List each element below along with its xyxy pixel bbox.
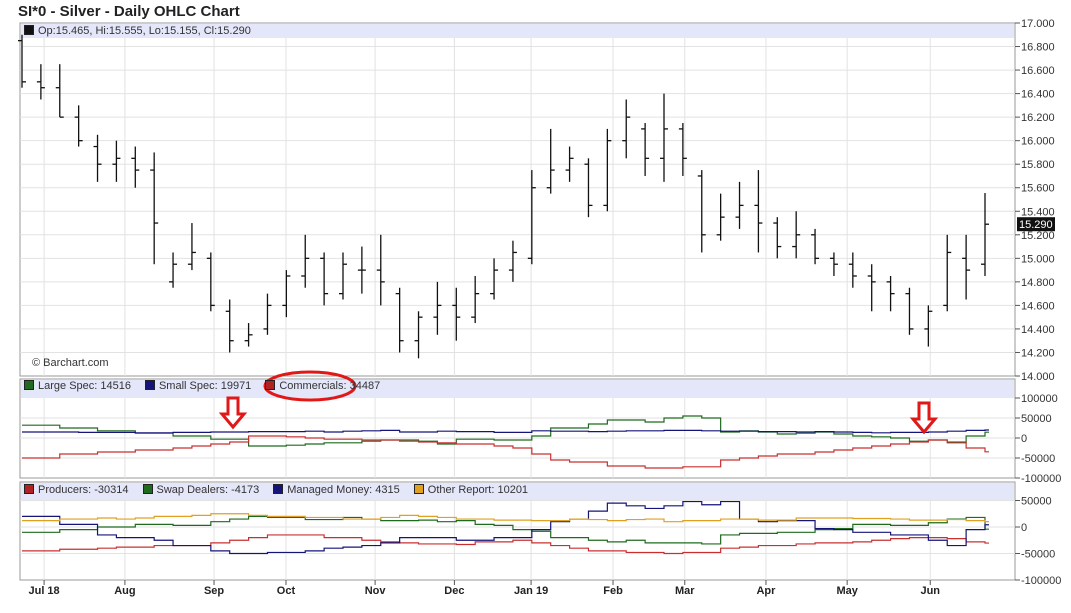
y-tick-label: -50000 — [1021, 453, 1055, 465]
legend-label: Swap Dealers: -4173 — [156, 484, 260, 496]
legend-item: Commercials: 34487 — [265, 380, 380, 392]
x-tick-label: Jan 19 — [514, 585, 548, 597]
x-tick-label: Aug — [114, 585, 135, 597]
legend-item: Small Spec: 19971 — [144, 380, 252, 392]
last-price-label: 15.290 — [1019, 219, 1053, 231]
legend-label: Commercials: 34487 — [279, 380, 381, 392]
y-tick-label: 50000 — [1021, 496, 1052, 508]
y-tick-label: 16.200 — [1021, 112, 1055, 124]
legend-swatch-icon — [24, 380, 34, 390]
legend-swatch-icon — [273, 484, 284, 494]
y-tick-label: 14.800 — [1021, 277, 1055, 289]
y-tick-label: 0 — [1021, 522, 1027, 534]
x-tick-label: Oct — [277, 585, 296, 597]
y-tick-label: 0 — [1021, 433, 1027, 445]
y-tick-label: 17.000 — [1021, 18, 1055, 30]
x-tick-label: May — [836, 585, 858, 597]
y-tick-label: 16.600 — [1021, 65, 1055, 77]
legend-item: Managed Money: 4315 — [273, 484, 400, 496]
y-tick-label: 14.200 — [1021, 347, 1055, 359]
legend-swatch-icon — [142, 484, 153, 494]
legend-item: Producers: -30314 — [24, 484, 129, 496]
x-tick-label: Jun — [920, 585, 940, 597]
legend-swatch-icon — [24, 484, 34, 494]
y-tick-label: 14.000 — [1021, 371, 1055, 383]
legend-label: Managed Money: 4315 — [287, 484, 400, 496]
legend-swatch-icon — [265, 380, 276, 390]
y-tick-label: 15.200 — [1021, 230, 1055, 242]
y-tick-label: 50000 — [1021, 413, 1052, 425]
x-tick-label: Sep — [204, 585, 224, 597]
legend-label: Producers: -30314 — [38, 484, 129, 496]
price-legend: Op:15.465, Hi:15.555, Lo:15.155, Cl:15.2… — [24, 25, 251, 37]
panel-0 — [19, 22, 1016, 377]
y-tick-label: -100000 — [1021, 473, 1061, 485]
legend-label: Other Report: 10201 — [427, 484, 529, 496]
legend-item: Swap Dealers: -4173 — [142, 484, 260, 496]
legend-label: Large Spec: 14516 — [38, 380, 131, 392]
legend-swatch-icon — [144, 380, 155, 390]
chart-window: SI*0 - Silver - Daily OHLC Chart 14.000 1… — [0, 0, 1071, 613]
x-tick-label: Mar — [675, 585, 695, 597]
x-tick-label: Feb — [603, 585, 623, 597]
y-tick-label: 14.600 — [1021, 300, 1055, 312]
y-tick-label: 100000 — [1021, 393, 1058, 405]
legend-label: Small Spec: 19971 — [158, 380, 252, 392]
cot-legend: Large Spec: 14516 Small Spec: 19971 Commer… — [24, 380, 380, 392]
x-tick-label: Apr — [756, 585, 776, 597]
disaggregated-legend: Producers: -30314 Swap Dealers: -4173 Mana… — [24, 484, 528, 496]
y-tick-label: 15.000 — [1021, 253, 1055, 265]
y-tick-label: 16.000 — [1021, 136, 1055, 148]
chart-canvas[interactable]: 14.000 14.200 14.400 14.600 14.800 15.000 15.2… — [0, 0, 1071, 613]
legend-swatch-icon — [413, 484, 424, 494]
legend-item: Other Report: 10201 — [413, 484, 529, 496]
y-tick-label: 16.400 — [1021, 89, 1055, 101]
y-tick-label: -100000 — [1021, 575, 1061, 587]
y-tick-label: 16.800 — [1021, 42, 1055, 54]
y-tick-label: 15.400 — [1021, 206, 1055, 218]
y-tick-label: -50000 — [1021, 549, 1055, 561]
credit: © Barchart.com — [32, 357, 109, 369]
price-swatch-icon — [24, 25, 34, 35]
y-tick-label: 15.600 — [1021, 183, 1055, 195]
x-tick-label: Jul 18 — [28, 585, 59, 597]
x-tick-label: Dec — [444, 585, 464, 597]
x-tick-label: Nov — [365, 585, 387, 597]
ohlc-readout: Op:15.465, Hi:15.555, Lo:15.155, Cl:15.2… — [38, 25, 251, 37]
y-tick-label: 14.400 — [1021, 324, 1055, 336]
y-tick-label: 15.800 — [1021, 159, 1055, 171]
legend-item: Large Spec: 14516 — [24, 380, 131, 392]
